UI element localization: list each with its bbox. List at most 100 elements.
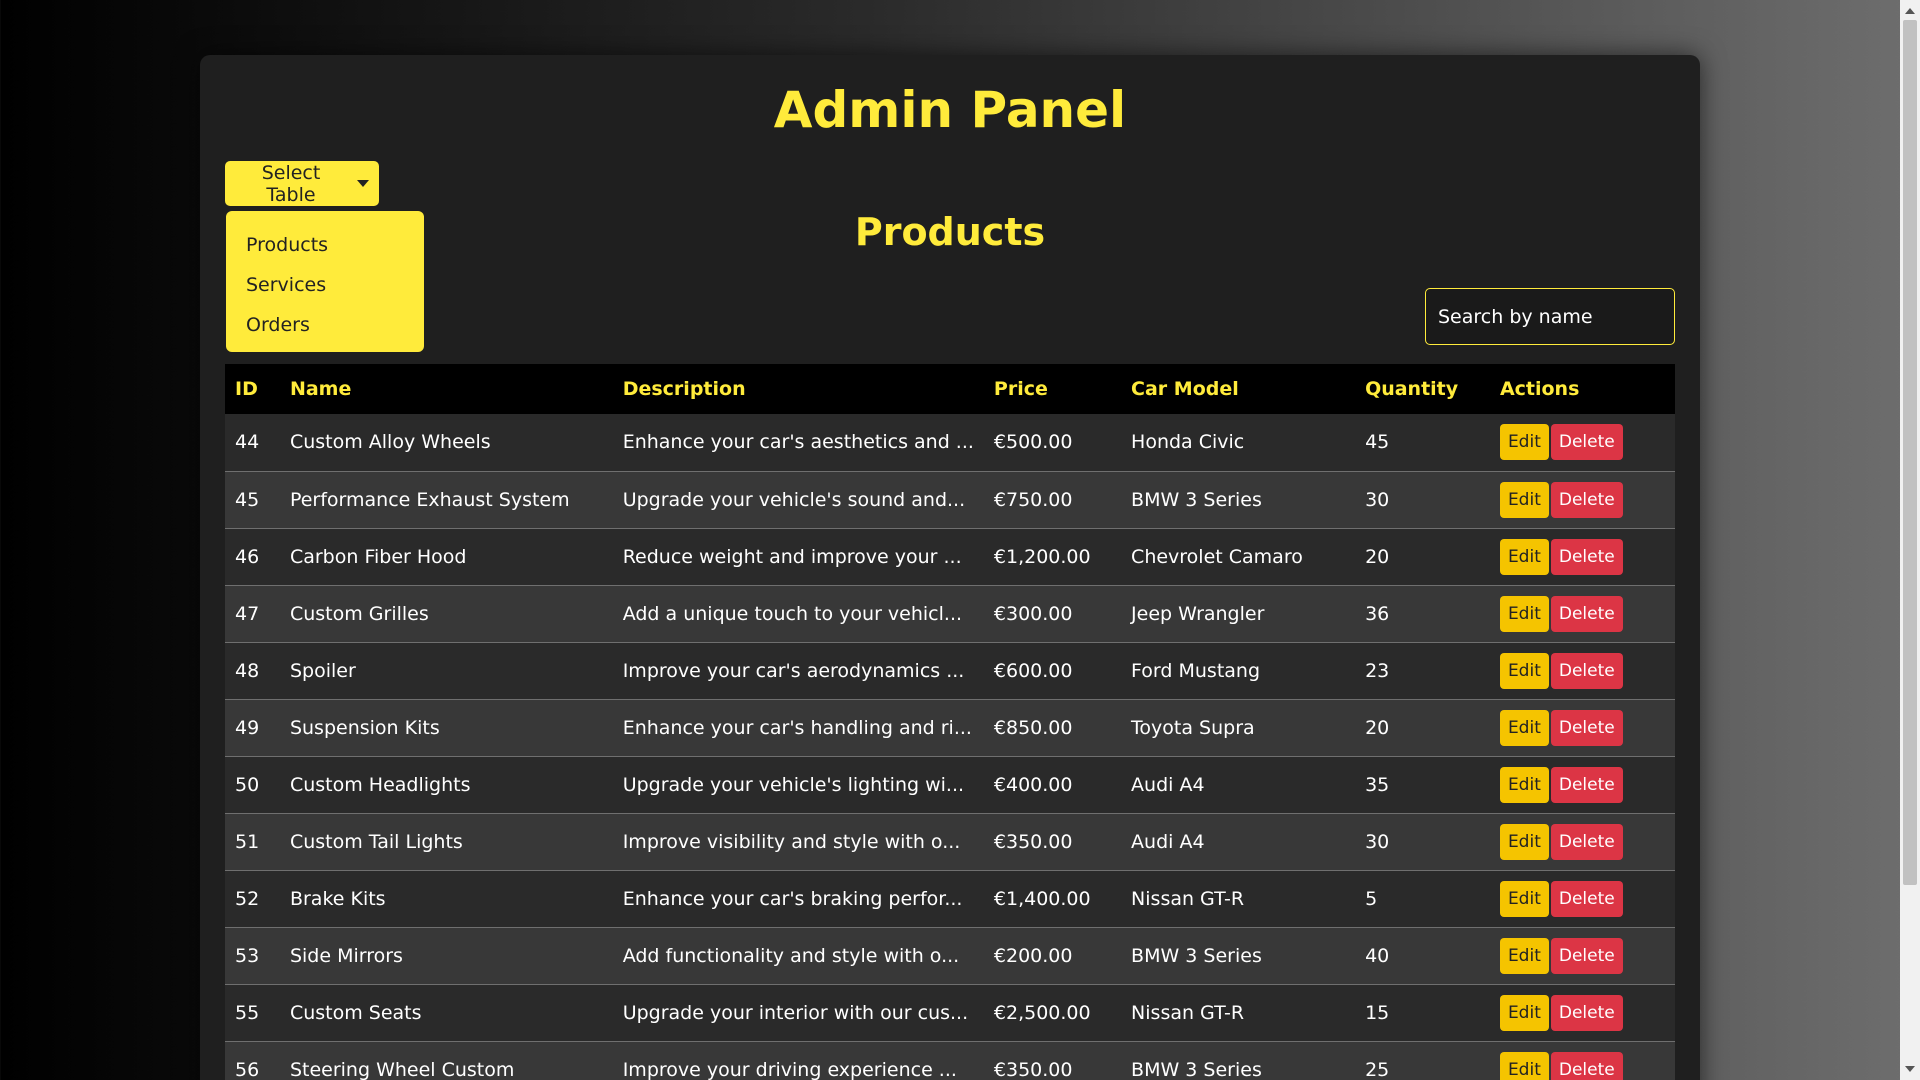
cell-actions: Edit Delete xyxy=(1490,585,1675,642)
cell-description: Upgrade your interior with our cus... xyxy=(622,1001,969,1024)
cell-price: €500.00 xyxy=(993,431,1073,454)
edit-button[interactable]: Edit xyxy=(1499,424,1549,461)
edit-button[interactable]: Edit xyxy=(1499,880,1549,917)
search-input[interactable] xyxy=(1425,288,1675,345)
cell-actions: Edit Delete xyxy=(1490,984,1675,1041)
cell-car-model: Jeep Wrangler xyxy=(1131,602,1265,625)
column-header-car-model: Car Model xyxy=(1131,378,1239,400)
column-header-name: Name xyxy=(289,378,352,400)
cell-price: €1,200.00 xyxy=(993,545,1091,568)
table-row: 48 Spoiler Improve your car's aerodynamics… xyxy=(225,642,1675,699)
cell-actions: Edit Delete xyxy=(1490,642,1675,699)
cell-id: 56 xyxy=(235,1058,260,1080)
cell-description: Reduce weight and improve your ... xyxy=(622,545,962,568)
scroll-down-arrow-icon[interactable] xyxy=(1905,1066,1915,1072)
cell-price: €2,500.00 xyxy=(993,1001,1091,1024)
cell-actions: Edit Delete xyxy=(1490,471,1675,528)
cell-description: Add functionality and style with o... xyxy=(622,944,960,967)
cell-actions: Edit Delete xyxy=(1490,756,1675,813)
cell-quantity: 30 xyxy=(1365,830,1390,853)
cell-name: Suspension Kits xyxy=(289,716,440,739)
delete-button[interactable]: Delete xyxy=(1550,937,1623,974)
caret-down-icon xyxy=(357,180,369,187)
edit-button[interactable]: Edit xyxy=(1499,823,1549,860)
edit-button[interactable]: Edit xyxy=(1499,709,1549,746)
delete-button[interactable]: Delete xyxy=(1550,880,1623,917)
cell-car-model: Chevrolet Camaro xyxy=(1131,545,1303,568)
table-row: 52 Brake Kits Enhance your car's braking p… xyxy=(225,870,1675,927)
edit-button[interactable]: Edit xyxy=(1499,994,1549,1031)
edit-button[interactable]: Edit xyxy=(1499,937,1549,974)
cell-car-model: Toyota Supra xyxy=(1131,716,1255,739)
table-row: 45 Performance Exhaust System Upgrade your… xyxy=(225,471,1675,528)
cell-car-model: Audi A4 xyxy=(1131,830,1205,853)
cell-name: Brake Kits xyxy=(289,887,386,910)
cell-car-model: Audi A4 xyxy=(1131,773,1205,796)
edit-button[interactable]: Edit xyxy=(1499,481,1549,518)
table-row: 44 Custom Alloy Wheels Enhance your car's … xyxy=(225,414,1675,471)
cell-actions: Edit Delete xyxy=(1490,528,1675,585)
edit-button[interactable]: Edit xyxy=(1499,1051,1549,1080)
section-title: Products xyxy=(854,210,1046,254)
cell-description: Improve your driving experience ... xyxy=(622,1058,957,1080)
cell-quantity: 35 xyxy=(1365,773,1390,796)
vertical-scrollbar[interactable] xyxy=(1900,0,1920,1080)
delete-button[interactable]: Delete xyxy=(1550,766,1623,803)
cell-id: 55 xyxy=(235,1001,260,1024)
cell-quantity: 15 xyxy=(1365,1001,1390,1024)
cell-price: €750.00 xyxy=(993,488,1073,511)
scrollbar-thumb[interactable] xyxy=(1903,20,1917,885)
cell-id: 49 xyxy=(235,716,260,739)
cell-actions: Edit Delete xyxy=(1490,1041,1675,1080)
cell-description: Improve your car's aerodynamics ... xyxy=(622,659,965,682)
cell-price: €200.00 xyxy=(993,944,1073,967)
cell-id: 48 xyxy=(235,659,260,682)
cell-price: €350.00 xyxy=(993,1058,1073,1080)
table-row: 55 Custom Seats Upgrade your interior with… xyxy=(225,984,1675,1041)
cell-name: Custom Seats xyxy=(289,1001,422,1024)
dropdown-item-services[interactable]: Services xyxy=(226,265,424,305)
table-row: 56 Steering Wheel Custom Improve your driv… xyxy=(225,1041,1675,1080)
cell-id: 51 xyxy=(235,830,260,853)
cell-name: Custom Headlights xyxy=(289,773,471,796)
dropdown-item-orders[interactable]: Orders xyxy=(226,305,424,345)
delete-button[interactable]: Delete xyxy=(1550,424,1623,461)
edit-button[interactable]: Edit xyxy=(1499,766,1549,803)
table-row: 49 Suspension Kits Enhance your car's hand… xyxy=(225,699,1675,756)
delete-button[interactable]: Delete xyxy=(1550,538,1623,575)
cell-quantity: 23 xyxy=(1365,659,1390,682)
cell-name: Steering Wheel Custom xyxy=(289,1058,515,1080)
cell-description: Enhance your car's aesthetics and ... xyxy=(622,431,974,454)
edit-button[interactable]: Edit xyxy=(1499,538,1549,575)
delete-button[interactable]: Delete xyxy=(1550,994,1623,1031)
dropdown-item-products[interactable]: Products xyxy=(226,225,424,265)
cell-id: 47 xyxy=(235,602,260,625)
delete-button[interactable]: Delete xyxy=(1550,481,1623,518)
cell-description: Upgrade your vehicle's lighting wi... xyxy=(622,773,965,796)
table-row: 46 Carbon Fiber Hood Reduce weight and imp… xyxy=(225,528,1675,585)
cell-id: 50 xyxy=(235,773,260,796)
column-header-id: ID xyxy=(235,378,258,400)
cell-name: Performance Exhaust System xyxy=(289,488,570,511)
scroll-up-arrow-icon[interactable] xyxy=(1905,8,1915,14)
edit-button[interactable]: Edit xyxy=(1499,595,1549,632)
cell-name: Spoiler xyxy=(289,659,356,682)
delete-button[interactable]: Delete xyxy=(1550,709,1623,746)
cell-description: Enhance your car's braking perfor... xyxy=(622,887,963,910)
cell-car-model: BMW 3 Series xyxy=(1131,488,1262,511)
cell-price: €1,400.00 xyxy=(993,887,1091,910)
table-row: 51 Custom Tail Lights Improve visibility a… xyxy=(225,813,1675,870)
delete-button[interactable]: Delete xyxy=(1550,823,1623,860)
cell-price: €400.00 xyxy=(993,773,1073,796)
delete-button[interactable]: Delete xyxy=(1550,1051,1623,1080)
cell-price: €600.00 xyxy=(993,659,1073,682)
column-header-quantity: Quantity xyxy=(1365,378,1459,400)
cell-description: Enhance your car's handling and ri... xyxy=(622,716,972,739)
cell-id: 53 xyxy=(235,944,260,967)
edit-button[interactable]: Edit xyxy=(1499,652,1549,689)
select-table-button[interactable]: Select Table xyxy=(225,161,379,206)
delete-button[interactable]: Delete xyxy=(1550,595,1623,632)
cell-car-model: Nissan GT-R xyxy=(1131,887,1245,910)
cell-car-model: BMW 3 Series xyxy=(1131,944,1262,967)
delete-button[interactable]: Delete xyxy=(1550,652,1623,689)
